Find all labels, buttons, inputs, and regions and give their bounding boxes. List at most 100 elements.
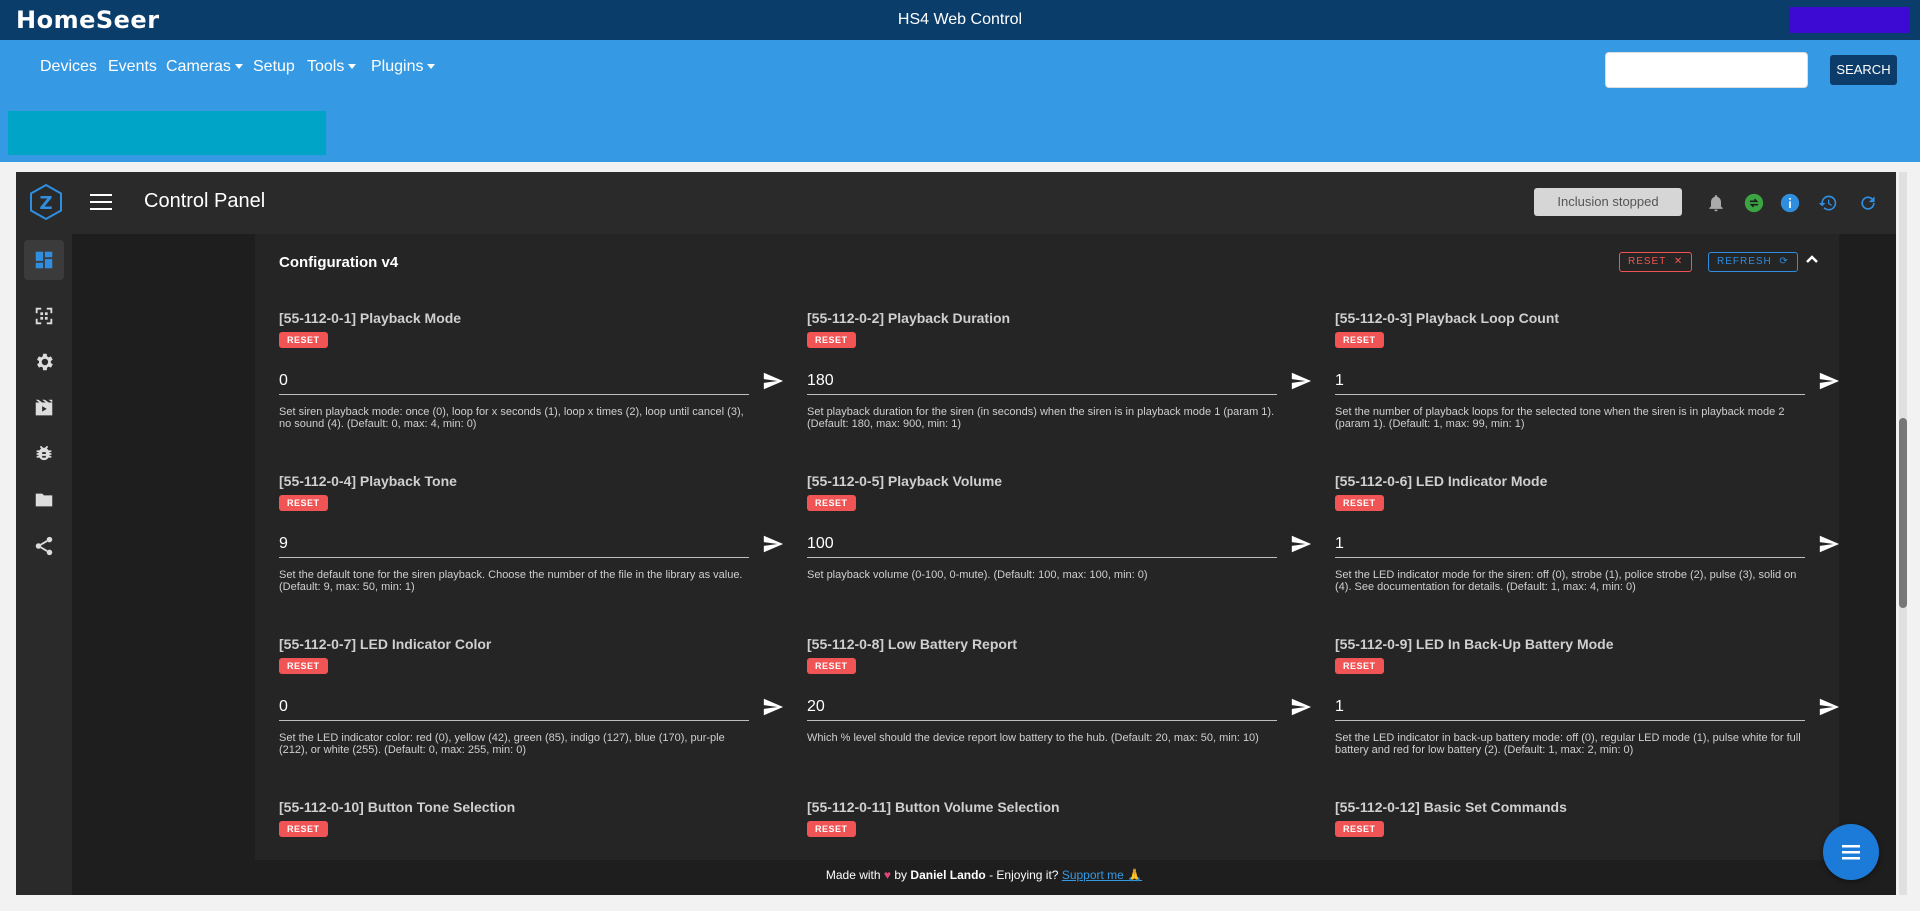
param-value-input[interactable]: 1 bbox=[1335, 698, 1805, 721]
param-title: [55-112-0-7] LED Indicator Color bbox=[279, 636, 492, 652]
param-item: [55-112-0-8] Low Battery Report RESET 20… bbox=[807, 636, 1312, 786]
sync-icon[interactable] bbox=[1744, 193, 1764, 213]
banner-box bbox=[8, 111, 326, 155]
nav-cameras[interactable]: Cameras bbox=[166, 58, 243, 76]
send-icon[interactable] bbox=[1289, 533, 1313, 555]
sidebar-item-settings[interactable] bbox=[24, 342, 64, 382]
param-item: [55-112-0-12] Basic Set Commands RESET bbox=[1335, 799, 1805, 860]
param-value-input[interactable]: 100 bbox=[807, 535, 1277, 558]
param-reset-button[interactable]: RESET bbox=[279, 332, 328, 348]
param-reset-button[interactable]: RESET bbox=[279, 821, 328, 837]
param-value-input[interactable]: 20 bbox=[807, 698, 1277, 721]
nav-plugins[interactable]: Plugins bbox=[371, 58, 436, 76]
nav-tools[interactable]: Tools bbox=[307, 58, 357, 76]
sidebar-item-dashboard[interactable] bbox=[24, 240, 64, 280]
param-reset-button[interactable]: RESET bbox=[1335, 332, 1384, 348]
send-icon[interactable] bbox=[1817, 370, 1841, 392]
user-menu[interactable] bbox=[1790, 7, 1910, 33]
send-icon[interactable] bbox=[1817, 533, 1841, 555]
sidebar-item-scenes[interactable] bbox=[24, 388, 64, 428]
zwave-logo-icon: Z bbox=[30, 183, 62, 221]
param-value-input[interactable]: 1 bbox=[1335, 372, 1805, 395]
sidebar-item-network[interactable] bbox=[24, 526, 64, 566]
param-reset-button[interactable]: RESET bbox=[807, 658, 856, 674]
param-description: Set the LED indicator color: red (0), ye… bbox=[279, 732, 725, 756]
refresh-icon[interactable] bbox=[1858, 193, 1878, 213]
param-reset-button[interactable]: RESET bbox=[807, 495, 856, 511]
param-reset-button[interactable]: RESET bbox=[1335, 495, 1384, 511]
configuration-panel: Configuration v4 RESET ✕ REFRESH ⟳ [55-1… bbox=[255, 234, 1841, 860]
menu-icon[interactable] bbox=[90, 194, 112, 215]
param-value-input[interactable]: 1 bbox=[1335, 535, 1805, 558]
zwave-app: Z Control Panel Inclusion stopped Config… bbox=[16, 172, 1896, 895]
param-title: [55-112-0-4] Playback Tone bbox=[279, 473, 457, 489]
chevron-down-icon bbox=[348, 64, 357, 70]
param-title: [55-112-0-9] LED In Back-Up Battery Mode bbox=[1335, 636, 1614, 652]
fab-menu-button[interactable] bbox=[1823, 824, 1879, 880]
nav-setup[interactable]: Setup bbox=[253, 58, 295, 76]
history-icon[interactable] bbox=[1818, 193, 1838, 213]
param-description: Set the LED indicator in back-up battery… bbox=[1335, 732, 1801, 756]
reset-all-button[interactable]: RESET ✕ bbox=[1619, 252, 1693, 272]
author-name: Daniel Lando bbox=[910, 868, 986, 882]
nav-events[interactable]: Events bbox=[108, 58, 157, 76]
param-item: [55-112-0-11] Button Volume Selection RE… bbox=[807, 799, 1277, 860]
param-description: Set the number of playback loops for the… bbox=[1335, 406, 1785, 430]
param-reset-button[interactable]: RESET bbox=[807, 821, 856, 837]
sidebar bbox=[16, 234, 72, 895]
param-item: [55-112-0-10] Button Tone Selection RESE… bbox=[279, 799, 749, 860]
param-item: [55-112-0-7] LED Indicator Color RESET 0… bbox=[279, 636, 784, 786]
param-item: [55-112-0-4] Playback Tone RESET 9 Set t… bbox=[279, 473, 784, 623]
param-item: [55-112-0-5] Playback Volume RESET 100 S… bbox=[807, 473, 1312, 623]
param-reset-button[interactable]: RESET bbox=[1335, 821, 1384, 837]
refresh-icon: ⟳ bbox=[1779, 256, 1789, 267]
param-description: Set playback volume (0-100, 0-mute). (De… bbox=[807, 569, 1148, 581]
param-description: Set siren playback mode: once (0), loop … bbox=[279, 406, 744, 430]
send-icon[interactable] bbox=[761, 370, 785, 392]
send-icon[interactable] bbox=[761, 533, 785, 555]
send-icon[interactable] bbox=[1817, 696, 1841, 718]
param-title: [55-112-0-11] Button Volume Selection bbox=[807, 799, 1060, 815]
param-reset-button[interactable]: RESET bbox=[807, 332, 856, 348]
scenes-icon bbox=[35, 399, 53, 416]
share-icon bbox=[35, 536, 53, 556]
param-value-input[interactable]: 9 bbox=[279, 535, 749, 558]
sidebar-item-smart-start[interactable] bbox=[24, 296, 64, 336]
param-reset-button[interactable]: RESET bbox=[279, 658, 328, 674]
param-title: [55-112-0-10] Button Tone Selection bbox=[279, 799, 516, 815]
param-title: [55-112-0-12] Basic Set Commands bbox=[1335, 799, 1567, 815]
app-title: HS4 Web Control bbox=[897, 11, 1023, 28]
chevron-down-icon bbox=[427, 64, 436, 70]
param-reset-button[interactable]: RESET bbox=[279, 495, 328, 511]
param-title: [55-112-0-6] LED Indicator Mode bbox=[1335, 473, 1548, 489]
param-reset-button[interactable]: RESET bbox=[1335, 658, 1384, 674]
svg-text:Z: Z bbox=[39, 193, 52, 214]
param-value-input[interactable]: 180 bbox=[807, 372, 1277, 395]
bell-off-icon[interactable] bbox=[1706, 193, 1726, 213]
param-description: Set playback duration for the siren (in … bbox=[807, 406, 1275, 430]
chevron-down-icon bbox=[234, 64, 243, 70]
support-link[interactable]: Support me 🙏 bbox=[1062, 868, 1142, 882]
refresh-button[interactable]: REFRESH ⟳ bbox=[1708, 252, 1798, 272]
sidebar-item-debug[interactable] bbox=[24, 434, 64, 474]
sidebar-item-store[interactable] bbox=[24, 480, 64, 520]
send-icon[interactable] bbox=[1289, 696, 1313, 718]
send-icon[interactable] bbox=[1289, 370, 1313, 392]
chevron-up-icon[interactable] bbox=[1805, 252, 1819, 266]
info-icon[interactable] bbox=[1780, 193, 1800, 213]
param-title: [55-112-0-5] Playback Volume bbox=[807, 473, 1003, 489]
param-value-input[interactable]: 0 bbox=[279, 698, 749, 721]
inclusion-status-button[interactable]: Inclusion stopped bbox=[1534, 188, 1682, 216]
main-navbar: Devices Events Cameras Setup Tools Plugi… bbox=[0, 40, 1920, 102]
search-input[interactable] bbox=[1605, 52, 1808, 88]
param-value-input[interactable]: 0 bbox=[279, 372, 749, 395]
scrollbar-thumb[interactable] bbox=[1899, 418, 1907, 608]
param-title: [55-112-0-3] Playback Loop Count bbox=[1335, 310, 1560, 326]
send-icon[interactable] bbox=[761, 696, 785, 718]
footer: Made with ♥ by Daniel Lando - Enjoying i… bbox=[72, 860, 1896, 890]
nav-devices[interactable]: Devices bbox=[40, 58, 97, 76]
search-button[interactable]: SEARCH bbox=[1830, 55, 1897, 85]
close-icon: ✕ bbox=[1673, 256, 1684, 267]
main-content: Configuration v4 RESET ✕ REFRESH ⟳ [55-1… bbox=[72, 234, 1896, 860]
top-bar: HomeSeer HS4 Web Control bbox=[0, 0, 1920, 40]
